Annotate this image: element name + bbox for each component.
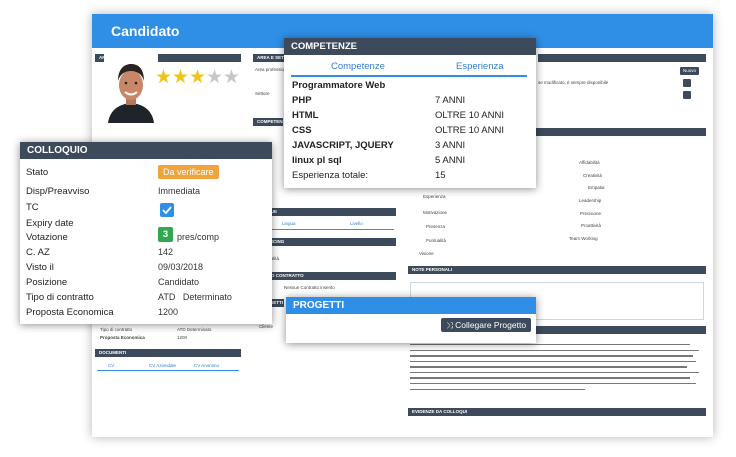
doc-col-cv[interactable]: CV [108, 363, 114, 368]
valutazione-header [536, 128, 706, 136]
skill-name: linux pl sql [292, 155, 342, 166]
avatar [104, 53, 158, 123]
total-label: Esperienza totale: [292, 170, 369, 181]
star-icon[interactable]: ★ [155, 68, 172, 87]
tab-esperienza[interactable]: Esperienza [456, 61, 504, 72]
page-title: Candidato [111, 23, 180, 39]
proposta-label: Proposta Economica [26, 307, 114, 318]
tc-label: TC [26, 202, 39, 213]
competenze-title: COMPETENZE [284, 38, 536, 55]
tipo-contratto-value: ATD Determinato [158, 292, 232, 302]
status-badge[interactable]: Da verificare [158, 165, 219, 179]
disp-label: Disp/Preavviso [26, 186, 90, 197]
skill-exp: 7 ANNI [435, 95, 466, 106]
documenti-underline [97, 370, 239, 371]
soft-right-2: Empatia [588, 185, 605, 190]
note-header: NOTE PERSONALI [408, 266, 706, 274]
lingue-header: LINGUE [256, 208, 396, 216]
colloquio-title: COLLOQUIO [20, 142, 272, 159]
lingue-underline [258, 229, 394, 230]
area-header: AREA E SETTORE [253, 54, 285, 62]
role-title: Programmatore Web [292, 80, 386, 91]
soft-left-3: Puntualità [426, 238, 447, 243]
skill-name: HTML [292, 110, 319, 121]
disp-value: Immediata [158, 186, 201, 196]
caz-value: 142 [158, 247, 174, 257]
progetti-panel: PROGETTI ⤨ Collegare Progetto [286, 297, 536, 343]
skill-exp: 3 ANNI [435, 140, 466, 151]
nuovo-button[interactable]: Nuovo [680, 67, 700, 75]
competenze-panel: COMPETENZE Competenze Esperienza Program… [284, 38, 536, 188]
cv-paragraph [410, 344, 702, 394]
collegare-label: Collegare Progetto [455, 320, 527, 330]
collegare-progetto-button[interactable]: ⤨ Collegare Progetto [441, 318, 532, 332]
evidenze-header: EVIDENZE DA COLLOQUI [408, 408, 706, 416]
caz-label: C. AZ [26, 247, 50, 258]
competenze-tabs: Competenze Esperienza [291, 59, 527, 77]
edit-icon[interactable] [683, 79, 691, 87]
link-icon: ⤨ [446, 320, 456, 330]
skill-name: JAVASCRIPT, JQUERY [292, 140, 394, 151]
settore-label: Settore [255, 91, 270, 96]
progetti-title: PROGETTI [286, 297, 536, 314]
skill-exp: 5 ANNI [435, 155, 466, 166]
colloquio-panel: COLLOQUIO Stato Da verificare Disp/Preav… [20, 142, 272, 324]
nessun-contratto-text: Nessun Contratto inserito [284, 285, 335, 290]
skill-exp: OLTRE 10 ANNI [435, 125, 504, 136]
tc-checkbox[interactable] [160, 203, 174, 217]
soft-right-6: Team Working [569, 236, 598, 241]
proposta-value: 1200 [158, 307, 179, 317]
stato-label: Stato [26, 167, 49, 178]
expiry-label: Expiry date [26, 218, 74, 229]
score-badge: 3 [158, 227, 173, 242]
sourcing-header: SOURCING [256, 238, 396, 246]
skill-name: CSS [292, 125, 312, 136]
soft-right-3: Leadership [579, 198, 602, 203]
soft-left-4: Visione [419, 251, 434, 256]
competenze-bg-header: COMPETENZE [253, 118, 283, 126]
documenti-header: DOCUMENTI [95, 349, 241, 357]
skill-exp: OLTRE 10 ANNI [435, 110, 504, 121]
soft-right-0: Affidabilità [579, 160, 600, 165]
soft-right-5: Proattività [581, 223, 602, 228]
tipo-contratto-value-bg: ATD Determinato [177, 327, 212, 332]
star-icon[interactable]: ★ [172, 68, 189, 87]
star-icon[interactable]: ★ [189, 68, 206, 87]
right-top-header [538, 54, 706, 62]
stato-contratto-header: STATO CONTRATTO [256, 272, 396, 280]
total-value: 15 [435, 170, 446, 181]
tipo-contratto-label: Tipo di contratto [26, 292, 94, 303]
visto-value: 09/03/2018 [158, 262, 204, 272]
soft-right-4: Precisione [580, 211, 602, 216]
soft-right-1: Creatività [583, 173, 603, 178]
soft-left-1: Motivazione [423, 210, 448, 215]
edit-icon[interactable] [683, 91, 691, 99]
proposta-value-bg: 1200 [177, 335, 188, 340]
visto-label: Visto il [26, 262, 54, 273]
posizione-label: Posizione [26, 277, 68, 288]
votazione-label: Votazione [26, 232, 68, 243]
skill-name: PHP [292, 95, 312, 106]
star-icon[interactable]: ★ [206, 68, 223, 87]
lingua-column[interactable]: Lingua [282, 221, 296, 226]
tipo-contratto-label-bg: Tipo di contratto [100, 327, 133, 332]
star-icon[interactable]: ★ [223, 68, 240, 87]
livello-column[interactable]: Livello [350, 221, 363, 226]
doc-col-cv-anonimo[interactable]: CV Anonimo [194, 363, 219, 368]
soft-left-2: Presenza [426, 224, 446, 229]
doc-col-cv-aziendale[interactable]: CV Aziendale [149, 363, 176, 368]
proposta-label-bg: Proposta Economica [100, 335, 145, 340]
right-top-text: se modificato, è sempre disponibile [538, 80, 609, 85]
tab-competenze[interactable]: Competenze [331, 61, 385, 72]
progetti-cliente: Cliente [259, 324, 274, 329]
votazione-value: pres/comp [177, 232, 220, 242]
soft-left-0: Esperienza [423, 194, 446, 199]
posizione-value: Candidato [158, 277, 200, 287]
checkmark-icon [162, 206, 172, 215]
